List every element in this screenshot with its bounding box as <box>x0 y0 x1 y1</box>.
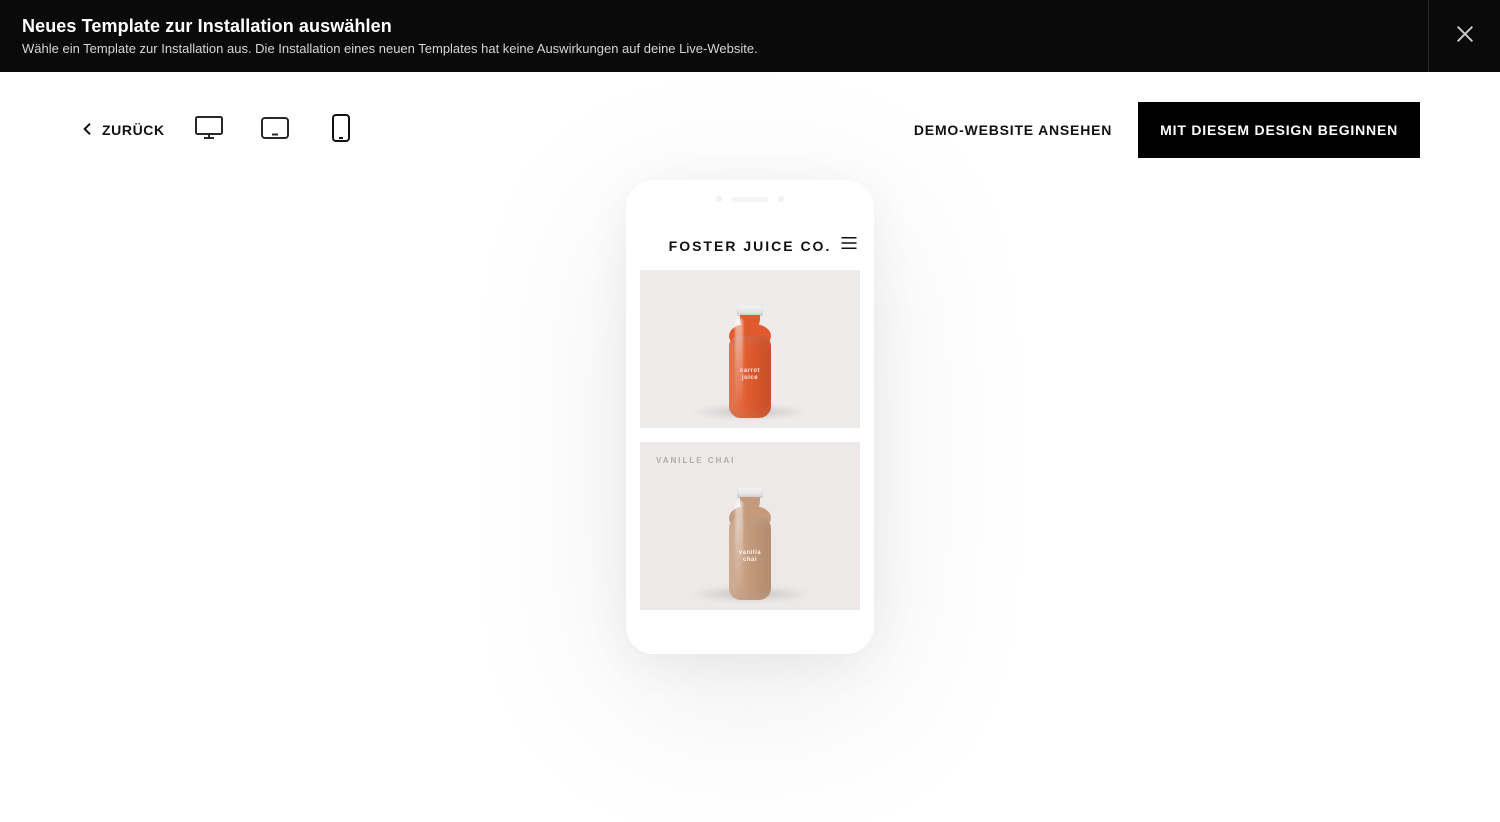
product-bottle: carrot juice <box>729 306 771 418</box>
desktop-icon <box>194 115 224 146</box>
close-icon <box>1454 23 1476 50</box>
phone-frame: FOSTER JUICE CO. carrot juice VANILLE <box>626 180 874 654</box>
menu-icon <box>840 237 858 254</box>
topbar-title: Neues Template zur Installation auswähle… <box>22 16 758 37</box>
product-bottle: vanilla chai <box>729 488 771 600</box>
site-header: FOSTER JUICE CO. <box>640 232 860 270</box>
back-label: ZURÜCK <box>102 122 165 138</box>
toolbar-right: DEMO-WEBSITE ANSEHEN MIT DIESEM DESIGN B… <box>914 102 1420 158</box>
site-brand: FOSTER JUICE CO. <box>669 238 832 254</box>
bottle-text: vanilla chai <box>739 550 761 564</box>
device-tablet[interactable] <box>253 114 297 146</box>
topbar-titles: Neues Template zur Installation auswähle… <box>22 16 758 56</box>
phone-screen: FOSTER JUICE CO. carrot juice VANILLE <box>626 180 874 654</box>
preview-stage: FOSTER JUICE CO. carrot juice VANILLE <box>0 180 1500 822</box>
phone-status <box>626 196 874 202</box>
start-design-button[interactable]: MIT DIESEM DESIGN BEGINNEN <box>1138 102 1420 158</box>
demo-link[interactable]: DEMO-WEBSITE ANSEHEN <box>914 122 1112 138</box>
topbar: Neues Template zur Installation auswähle… <box>0 0 1500 72</box>
chevron-left-icon <box>80 121 96 140</box>
menu-button[interactable] <box>840 236 858 255</box>
device-phone[interactable] <box>319 114 363 146</box>
toolbar: ZURÜCK <box>0 72 1500 158</box>
back-button[interactable]: ZURÜCK <box>80 121 165 140</box>
close-button[interactable] <box>1428 0 1500 72</box>
toolbar-left: ZURÜCK <box>80 114 363 146</box>
device-desktop[interactable] <box>187 114 231 146</box>
product-card[interactable]: carrot juice <box>640 270 860 428</box>
product-label: VANILLE CHAI <box>656 456 735 465</box>
phone-icon <box>331 113 351 148</box>
product-card[interactable]: VANILLE CHAI vanilla chai <box>640 442 860 610</box>
tablet-icon <box>260 116 290 145</box>
bottle-text: carrot juice <box>740 368 760 382</box>
topbar-subtitle: Wähle ein Template zur Installation aus.… <box>22 41 758 56</box>
